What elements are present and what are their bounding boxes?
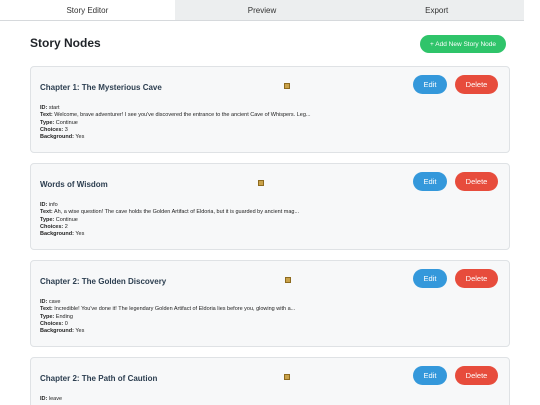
edit-button[interactable]: Edit [413,75,447,94]
tab-bar: Story Editor Preview Export [0,0,525,21]
story-node-card: Chapter 2: The Path of Caution Edit Dele… [30,357,510,405]
id-label: ID: [40,396,48,402]
background-label: Background: [40,328,74,335]
node-choices: 2 [64,223,68,230]
node-background: Yes [75,328,85,335]
image-icon [285,277,291,283]
scrollbar[interactable] [524,0,540,405]
node-details: ID: info Text: Ah, a wise question! The … [40,202,299,238]
text-label: Text: [40,306,53,313]
delete-button[interactable]: Delete [455,366,498,385]
node-id: start [48,105,60,111]
image-icon [258,180,264,186]
node-background: Yes [75,231,85,238]
node-choices: 3 [64,126,68,133]
node-title: Chapter 2: The Path of Caution [40,374,158,383]
choices-label: Choices: [40,320,64,327]
node-title: Chapter 1: The Mysterious Cave [40,83,162,92]
edit-button[interactable]: Edit [413,366,447,385]
id-label: ID: [40,105,48,111]
edit-button[interactable]: Edit [413,269,447,288]
id-label: ID: [40,299,48,305]
id-label: ID: [40,202,48,208]
choices-label: Choices: [40,223,64,230]
story-node-card: Chapter 2: The Golden Discovery Edit Del… [30,260,510,347]
node-details: ID: leave [40,396,62,403]
node-choices: 0 [64,320,68,327]
edit-button[interactable]: Edit [413,172,447,191]
image-icon [284,83,290,89]
text-label: Text: [40,112,53,119]
node-type: Continue [55,216,78,223]
section-header: Story Nodes + Add New Story Node [30,34,508,54]
story-node-card: Words of Wisdom Edit Delete ID: info Tex… [30,163,510,250]
node-id: info [48,202,58,208]
node-type: Ending [55,313,73,320]
node-type: Continue [55,119,78,126]
delete-button[interactable]: Delete [455,75,498,94]
background-label: Background: [40,134,74,141]
node-text: Welcome, brave adventurer! I see you've … [54,112,311,119]
delete-button[interactable]: Delete [455,172,498,191]
page-title: Story Nodes [30,36,101,50]
node-text: Ah, a wise question! The cave holds the … [53,209,300,216]
tab-story-editor[interactable]: Story Editor [0,0,175,20]
story-node-card: Chapter 1: The Mysterious Cave Edit Dele… [30,66,510,153]
node-title: Chapter 2: The Golden Discovery [40,277,167,286]
choices-label: Choices: [40,126,64,133]
type-label: Type: [40,119,55,126]
background-label: Background: [40,231,74,238]
tab-preview[interactable]: Preview [174,0,350,20]
tab-export[interactable]: Export [349,0,525,20]
node-id: leave [48,396,63,402]
add-story-node-button[interactable]: + Add New Story Node [420,35,506,53]
node-background: Yes [75,134,85,141]
delete-button[interactable]: Delete [455,269,498,288]
node-text: Incredible! You've done it! The legendar… [54,306,296,313]
type-label: Type: [40,216,55,223]
node-title: Words of Wisdom [40,180,108,189]
node-id: cave [48,299,61,305]
text-label: Text: [40,209,53,216]
image-icon [284,374,290,380]
node-details: ID: start Text: Welcome, brave adventure… [40,105,311,141]
node-details: ID: cave Text: Incredible! You've done i… [40,299,295,335]
type-label: Type: [40,313,55,320]
